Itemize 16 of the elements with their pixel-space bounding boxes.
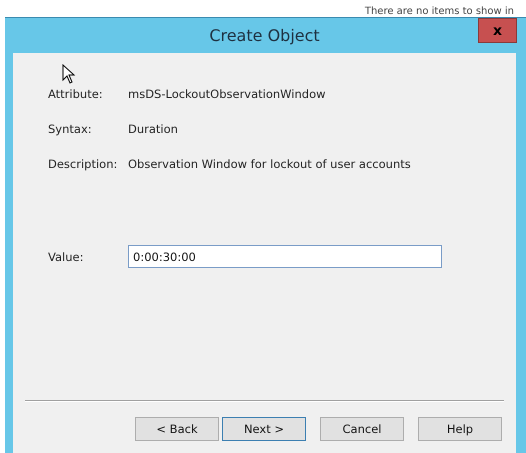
window-title: Create Object <box>209 26 320 45</box>
value-input[interactable]: 0:00:30:00 <box>128 245 442 268</box>
field-value: Observation Window for lockout of user accounts <box>128 157 411 171</box>
value-label: Value: <box>48 250 84 264</box>
field-value: Duration <box>128 122 178 136</box>
dialog-button[interactable]: Cancel <box>320 417 404 441</box>
close-button[interactable]: x <box>478 18 517 43</box>
dialog-button[interactable]: < Back <box>135 417 219 441</box>
mouse-pointer-icon <box>62 64 76 84</box>
dialog-button[interactable]: Help <box>418 417 502 441</box>
field-label: Attribute: <box>48 87 103 101</box>
field-label: Description: <box>48 157 118 171</box>
background-text: There are no items to show in <box>364 6 514 17</box>
dialog-button[interactable]: Next > <box>222 417 306 441</box>
field-label: Syntax: <box>48 122 92 136</box>
field-value: msDS-LockoutObservationWindow <box>128 87 326 101</box>
